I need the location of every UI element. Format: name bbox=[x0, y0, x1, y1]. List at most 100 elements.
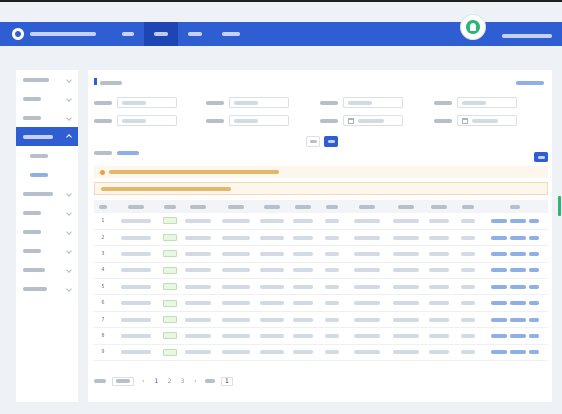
sidebar-item-4[interactable] bbox=[16, 127, 78, 146]
table-cell bbox=[256, 245, 288, 263]
row-action-3[interactable] bbox=[529, 333, 539, 338]
filter-5-input[interactable] bbox=[117, 115, 177, 126]
table-cell bbox=[424, 213, 454, 230]
table-cell bbox=[318, 344, 346, 362]
sidebar-item-6[interactable] bbox=[16, 203, 78, 222]
sidebar-subitem-2[interactable] bbox=[16, 165, 78, 184]
page-size-select[interactable] bbox=[112, 376, 134, 386]
nav-item-3[interactable] bbox=[178, 22, 212, 46]
row-action-1[interactable] bbox=[491, 317, 507, 322]
table-cell bbox=[288, 213, 318, 230]
user-name[interactable] bbox=[502, 32, 552, 39]
chevron-down-icon bbox=[66, 114, 72, 121]
calendar-icon bbox=[462, 117, 468, 124]
top-right-link[interactable] bbox=[516, 79, 544, 86]
sidebar-item-3[interactable] bbox=[16, 108, 78, 127]
table-cell bbox=[454, 229, 482, 247]
table-header bbox=[94, 200, 548, 213]
top-nav bbox=[112, 22, 250, 46]
table-row: 8 bbox=[94, 327, 548, 345]
scrollbar-thumb[interactable] bbox=[558, 196, 561, 216]
table-cell bbox=[388, 213, 424, 230]
filter-4-input[interactable] bbox=[457, 97, 517, 108]
row-action-2[interactable] bbox=[510, 268, 526, 273]
row-action-3[interactable] bbox=[529, 268, 539, 273]
sidebar-item-1[interactable] bbox=[16, 70, 78, 89]
row-action-2[interactable] bbox=[510, 301, 526, 306]
row-action-3[interactable] bbox=[529, 284, 539, 289]
avatar[interactable] bbox=[460, 14, 486, 40]
table-cell bbox=[318, 229, 346, 247]
table-cell bbox=[180, 278, 216, 296]
row-action-3[interactable] bbox=[529, 317, 539, 322]
table-cell bbox=[112, 262, 160, 280]
row-action-3[interactable] bbox=[529, 235, 539, 240]
row-action-1[interactable] bbox=[491, 235, 507, 240]
nav-item-4[interactable] bbox=[212, 22, 250, 46]
filter-3-input[interactable] bbox=[343, 97, 403, 108]
row-action-2[interactable] bbox=[510, 218, 526, 223]
row-action-1[interactable] bbox=[491, 333, 507, 338]
status-badge bbox=[160, 294, 180, 312]
table-cell bbox=[216, 278, 256, 296]
nav-item-2[interactable] bbox=[144, 22, 178, 46]
search-button[interactable] bbox=[324, 136, 338, 147]
row-action-2[interactable] bbox=[510, 333, 526, 338]
row-action-1[interactable] bbox=[491, 301, 507, 306]
page-jump-input[interactable]: 1 bbox=[221, 376, 233, 386]
row-action-1[interactable] bbox=[491, 218, 507, 223]
table-row: 1 bbox=[94, 213, 548, 230]
row-action-2[interactable] bbox=[510, 235, 526, 240]
sidebar-subitem-1[interactable] bbox=[16, 146, 78, 165]
page-number[interactable]: 1 bbox=[153, 377, 160, 386]
filter-8-input[interactable] bbox=[457, 115, 517, 126]
table-cell bbox=[388, 294, 424, 312]
row-action-3[interactable] bbox=[529, 251, 539, 256]
sidebar-item-5[interactable] bbox=[16, 184, 78, 203]
table-cell bbox=[346, 213, 388, 230]
row-action-3[interactable] bbox=[529, 350, 539, 355]
sidebar-item-10[interactable] bbox=[16, 279, 78, 298]
status-badge bbox=[160, 245, 180, 263]
export-button[interactable] bbox=[534, 152, 548, 162]
nav-item-1[interactable] bbox=[112, 22, 144, 46]
table-cell bbox=[112, 278, 160, 296]
row-action-1[interactable] bbox=[491, 284, 507, 289]
reset-button[interactable] bbox=[306, 136, 320, 147]
filter-8 bbox=[434, 115, 517, 126]
table-cell bbox=[454, 294, 482, 312]
row-action-1[interactable] bbox=[491, 350, 507, 355]
filter-6-input[interactable] bbox=[229, 115, 289, 126]
page-number[interactable]: 3 bbox=[179, 377, 186, 386]
sidebar-item-8[interactable] bbox=[16, 241, 78, 260]
table-cell bbox=[112, 327, 160, 345]
logo-icon bbox=[12, 28, 24, 40]
chevron-down-icon bbox=[66, 266, 72, 273]
row-action-1[interactable] bbox=[491, 251, 507, 256]
row-action-2[interactable] bbox=[510, 317, 526, 322]
sidebar-item-2[interactable] bbox=[16, 89, 78, 108]
sidebar-item-9[interactable] bbox=[16, 260, 78, 279]
filter-7-input[interactable] bbox=[343, 115, 403, 126]
filter-1-input[interactable] bbox=[117, 97, 177, 108]
row-number: 5 bbox=[94, 278, 112, 296]
row-action-1[interactable] bbox=[491, 268, 507, 273]
sidebar-item-7[interactable] bbox=[16, 222, 78, 241]
page-number[interactable]: 2 bbox=[166, 377, 173, 386]
filter-2-input[interactable] bbox=[229, 97, 289, 108]
table-cell bbox=[318, 294, 346, 312]
prev-page-button[interactable]: ‹ bbox=[140, 377, 147, 386]
table-cell bbox=[256, 229, 288, 247]
status-badge bbox=[160, 262, 180, 280]
table-cell bbox=[318, 213, 346, 230]
status-badge bbox=[160, 344, 180, 362]
table-cell bbox=[180, 311, 216, 329]
row-actions bbox=[482, 294, 548, 312]
row-action-2[interactable] bbox=[510, 350, 526, 355]
row-action-3[interactable] bbox=[529, 301, 539, 306]
row-action-2[interactable] bbox=[510, 251, 526, 256]
next-page-button[interactable]: › bbox=[192, 377, 199, 386]
table-cell bbox=[318, 278, 346, 296]
row-action-2[interactable] bbox=[510, 284, 526, 289]
row-action-3[interactable] bbox=[529, 218, 539, 223]
